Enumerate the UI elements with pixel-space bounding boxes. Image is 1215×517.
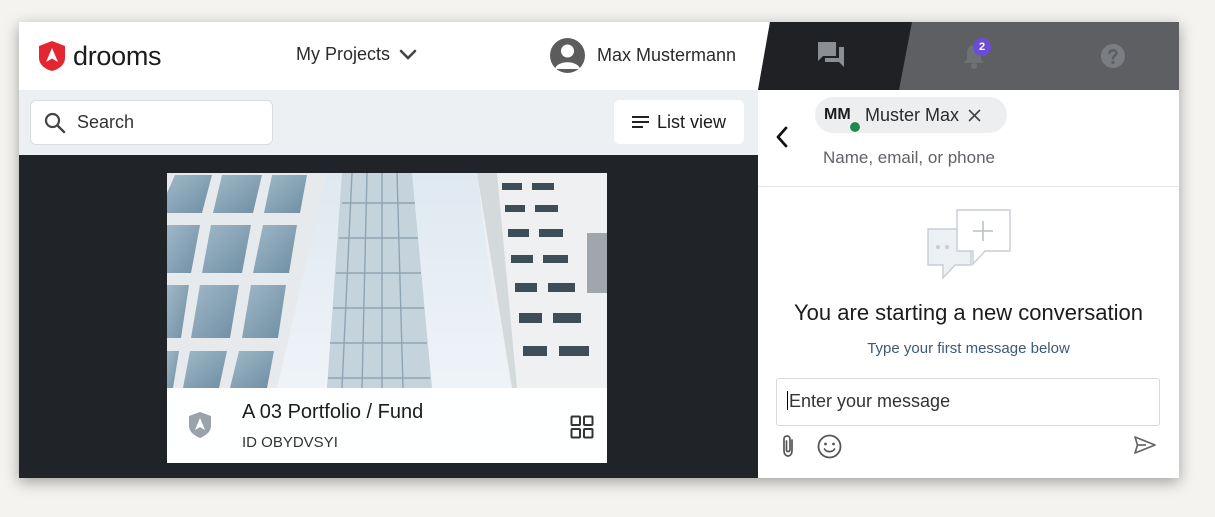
user-name: Max Mustermann — [597, 45, 737, 65]
drooms-logo-icon — [39, 41, 65, 71]
paperclip-icon[interactable] — [780, 433, 796, 459]
grid-icon[interactable] — [570, 415, 594, 439]
my-projects-label: My Projects — [296, 44, 391, 64]
projects-area: A 03 Portfolio / Fund ID OBYDVSYI — [19, 155, 758, 478]
panel-tabs: 2 — [758, 22, 1179, 90]
send-icon[interactable] — [1133, 435, 1157, 455]
project-id: ID OBYDVSYI — [242, 434, 338, 451]
chevron-down-icon — [399, 49, 417, 60]
project-shield-icon — [189, 412, 211, 438]
search-icon — [44, 112, 66, 133]
user-menu[interactable]: Max Mustermann — [550, 38, 736, 73]
back-arrow-icon[interactable] — [775, 126, 789, 148]
online-status-dot — [849, 121, 861, 133]
list-icon — [631, 116, 649, 128]
project-card[interactable]: A 03 Portfolio / Fund ID OBYDVSYI — [167, 173, 607, 463]
recipient-chip: MM Muster Max — [815, 97, 1007, 133]
text-caret — [787, 391, 788, 410]
chat-icon[interactable] — [816, 40, 846, 70]
empty-state-title: You are starting a new conversation — [794, 300, 1143, 325]
chat-panel: 2 MM Muster Max Name, email, or phone Yo… — [758, 22, 1179, 478]
recipient-name: Muster Max — [865, 104, 960, 125]
search-input[interactable]: Search — [30, 100, 273, 145]
new-conversation-icon — [927, 209, 1011, 280]
avatar — [550, 38, 585, 73]
recipient-area: MM Muster Max Name, email, or phone — [758, 90, 1179, 187]
emoji-icon[interactable] — [817, 434, 842, 459]
empty-state-subtitle: Type your first message below — [867, 340, 1070, 357]
close-icon[interactable] — [968, 109, 981, 122]
drooms-logo[interactable]: drooms — [37, 40, 162, 72]
recipient-input[interactable]: Name, email, or phone — [823, 148, 995, 168]
search-placeholder: Search — [77, 112, 135, 132]
message-input[interactable]: Enter your message — [776, 378, 1160, 426]
top-bar: drooms My Projects Max Mustermann — [19, 22, 758, 90]
project-card-info: A 03 Portfolio / Fund ID OBYDVSYI — [167, 388, 607, 463]
help-icon[interactable] — [1100, 43, 1126, 69]
toolbar: Search List view — [19, 90, 758, 155]
user-icon — [555, 44, 580, 69]
app-window: drooms My Projects Max Mustermann Search… — [19, 22, 1179, 478]
recipient-initials: MM — [824, 106, 851, 123]
list-view-label: List view — [656, 111, 727, 132]
my-projects-dropdown[interactable]: My Projects — [296, 44, 418, 65]
project-title: A 03 Portfolio / Fund — [242, 401, 424, 423]
notification-badge: 2 — [973, 38, 991, 56]
logo-text: drooms — [73, 40, 162, 71]
recipient-avatar: MM — [824, 106, 861, 133]
list-view-button[interactable]: List view — [614, 100, 744, 144]
message-placeholder: Enter your message — [789, 391, 951, 411]
